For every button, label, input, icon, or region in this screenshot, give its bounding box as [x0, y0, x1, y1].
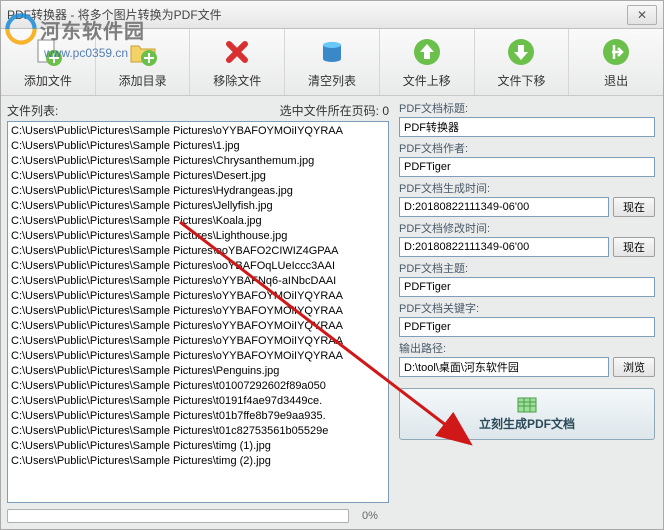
file-list-label: 文件列表: [7, 102, 280, 119]
file-list-item[interactable]: C:\Users\Public\Pictures\Sample Pictures… [11, 409, 385, 424]
output-path-input[interactable] [399, 357, 609, 377]
modified-now-button[interactable]: 现在 [613, 237, 655, 257]
file-list-item[interactable]: C:\Users\Public\Pictures\Sample Pictures… [11, 139, 385, 154]
file-list-item[interactable]: C:\Users\Public\Pictures\Sample Pictures… [11, 259, 385, 274]
file-list-item[interactable]: C:\Users\Public\Pictures\Sample Pictures… [11, 394, 385, 409]
generate-pdf-button[interactable]: 立刻生成PDF文档 [399, 388, 655, 440]
output-path-label: 输出路径: [399, 340, 655, 356]
add-file-icon [32, 36, 64, 68]
toolbtn-label: 添加目录 [119, 72, 167, 89]
exit-button[interactable]: 退出 [569, 29, 663, 95]
pdf-author-label: PDF文档作者: [399, 140, 655, 156]
generate-label: 立刻生成PDF文档 [479, 415, 575, 432]
file-list-item[interactable]: C:\Users\Public\Pictures\Sample Pictures… [11, 454, 385, 469]
created-now-button[interactable]: 现在 [613, 197, 655, 217]
file-list-item[interactable]: C:\Users\Public\Pictures\Sample Pictures… [11, 334, 385, 349]
file-list-item[interactable]: C:\Users\Public\Pictures\Sample Pictures… [11, 424, 385, 439]
clear-list-button[interactable]: 清空列表 [285, 29, 380, 95]
pdf-keywords-label: PDF文档关键字: [399, 300, 655, 316]
pdf-title-input[interactable] [399, 117, 655, 137]
toolbar: 添加文件 添加目录 移除文件 清空列表 文件上移 文件下移 退出 [1, 29, 663, 96]
remove-icon [221, 36, 253, 68]
file-list-item[interactable]: C:\Users\Public\Pictures\Sample Pictures… [11, 169, 385, 184]
file-list-item[interactable]: C:\Users\Public\Pictures\Sample Pictures… [11, 229, 385, 244]
close-button[interactable]: ✕ [627, 5, 657, 25]
page-index-label: 选中文件所在页码: 0 [280, 102, 389, 119]
toolbtn-label: 添加文件 [24, 72, 72, 89]
toolbtn-label: 移除文件 [213, 72, 261, 89]
pdf-author-input[interactable] [399, 157, 655, 177]
down-icon [505, 36, 537, 68]
file-list-item[interactable]: C:\Users\Public\Pictures\Sample Pictures… [11, 319, 385, 334]
add-folder-icon [127, 36, 159, 68]
pdf-subject-label: PDF文档主题: [399, 260, 655, 276]
file-list-item[interactable]: C:\Users\Public\Pictures\Sample Pictures… [11, 154, 385, 169]
remove-file-button[interactable]: 移除文件 [190, 29, 285, 95]
add-file-button[interactable]: 添加文件 [1, 29, 96, 95]
file-list-item[interactable]: C:\Users\Public\Pictures\Sample Pictures… [11, 289, 385, 304]
file-list-item[interactable]: C:\Users\Public\Pictures\Sample Pictures… [11, 439, 385, 454]
progress-percent: 0% [355, 510, 385, 522]
pdf-created-label: PDF文档生成时间: [399, 180, 655, 196]
exit-icon [600, 36, 632, 68]
clear-icon [316, 36, 348, 68]
file-list-item[interactable]: C:\Users\Public\Pictures\Sample Pictures… [11, 199, 385, 214]
toolbtn-label: 文件下移 [497, 72, 545, 89]
move-up-button[interactable]: 文件上移 [380, 29, 475, 95]
pdf-modified-input[interactable] [399, 237, 609, 257]
add-folder-button[interactable]: 添加目录 [96, 29, 191, 95]
move-down-button[interactable]: 文件下移 [475, 29, 570, 95]
pdf-created-input[interactable] [399, 197, 609, 217]
file-list[interactable]: C:\Users\Public\Pictures\Sample Pictures… [7, 121, 389, 503]
file-list-item[interactable]: C:\Users\Public\Pictures\Sample Pictures… [11, 379, 385, 394]
titlebar: PDF转换器 - 将多个图片转换为PDF文件 ✕ [1, 1, 663, 29]
file-list-item[interactable]: C:\Users\Public\Pictures\Sample Pictures… [11, 304, 385, 319]
browse-button[interactable]: 浏览 [613, 357, 655, 377]
file-list-item[interactable]: C:\Users\Public\Pictures\Sample Pictures… [11, 184, 385, 199]
pdf-modified-label: PDF文档修改时间: [399, 220, 655, 236]
file-list-item[interactable]: C:\Users\Public\Pictures\Sample Pictures… [11, 349, 385, 364]
file-list-item[interactable]: C:\Users\Public\Pictures\Sample Pictures… [11, 364, 385, 379]
pdf-subject-input[interactable] [399, 277, 655, 297]
window-title: PDF转换器 - 将多个图片转换为PDF文件 [7, 6, 627, 23]
toolbtn-label: 清空列表 [308, 72, 356, 89]
pdf-title-label: PDF文档标题: [399, 100, 655, 116]
progress-bar [7, 509, 349, 523]
up-icon [411, 36, 443, 68]
generate-icon [517, 397, 537, 413]
toolbtn-label: 文件上移 [403, 72, 451, 89]
file-list-item[interactable]: C:\Users\Public\Pictures\Sample Pictures… [11, 274, 385, 289]
pdf-keywords-input[interactable] [399, 317, 655, 337]
file-list-item[interactable]: C:\Users\Public\Pictures\Sample Pictures… [11, 214, 385, 229]
file-list-item[interactable]: C:\Users\Public\Pictures\Sample Pictures… [11, 124, 385, 139]
file-list-item[interactable]: C:\Users\Public\Pictures\Sample Pictures… [11, 244, 385, 259]
toolbtn-label: 退出 [604, 72, 628, 89]
